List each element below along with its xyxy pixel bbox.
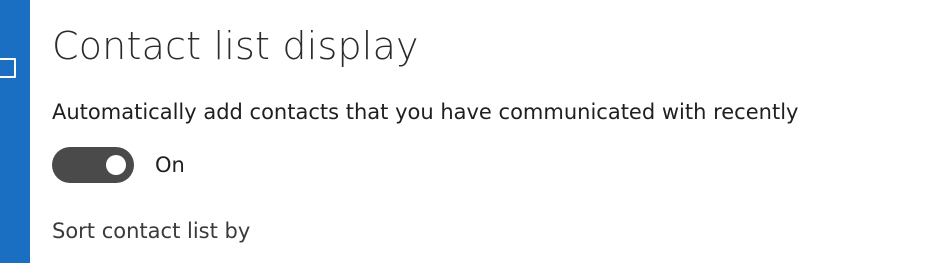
section-title: Contact list display	[52, 24, 419, 68]
auto-add-contacts-toggle[interactable]	[52, 147, 134, 183]
left-navigation-rail	[0, 0, 30, 263]
toggle-knob	[106, 155, 126, 175]
toggle-state-label: On	[155, 153, 185, 177]
auto-add-contacts-toggle-row[interactable]: On	[52, 147, 185, 183]
settings-pane: Contact list display Automatically add c…	[0, 0, 930, 263]
square-outline-icon[interactable]	[0, 58, 16, 78]
settings-content: Contact list display Automatically add c…	[52, 0, 930, 263]
auto-add-contacts-label: Automatically add contacts that you have…	[52, 100, 799, 124]
sort-contact-list-label: Sort contact list by	[52, 219, 251, 243]
